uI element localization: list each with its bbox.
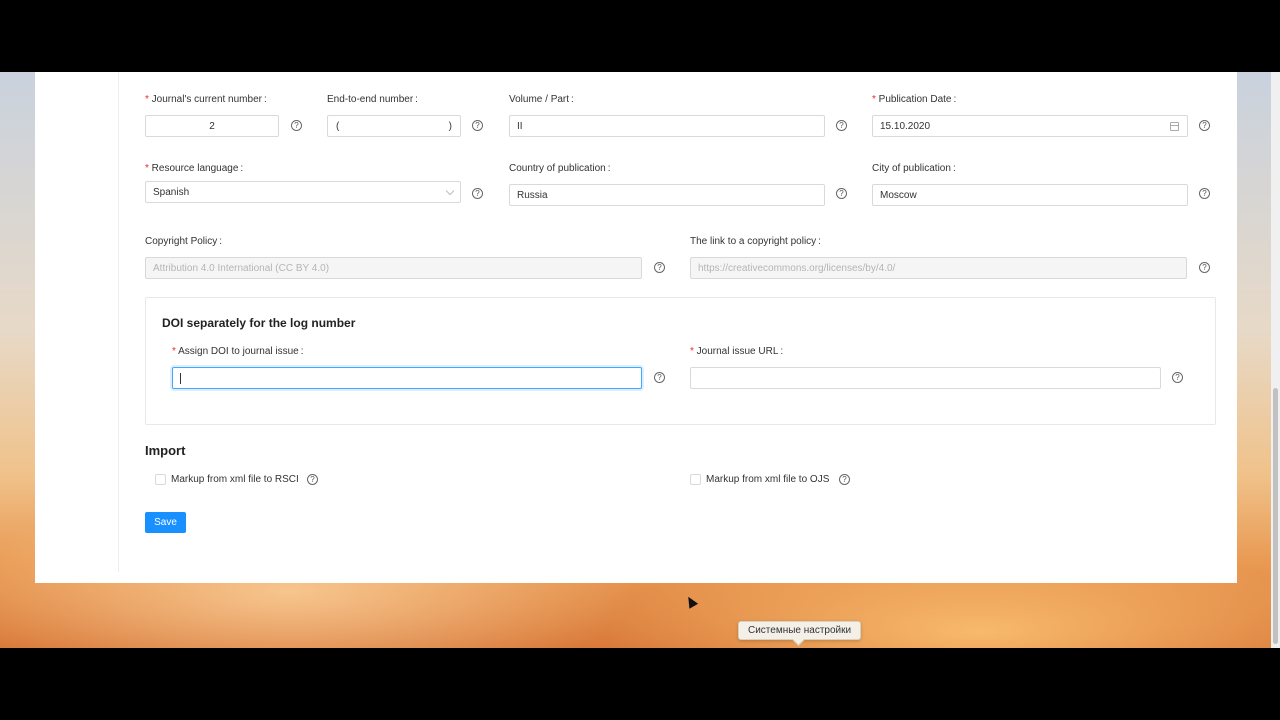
current-number-input[interactable]: 2 <box>145 115 279 137</box>
help-icon[interactable]: ? <box>291 120 302 131</box>
issue-url-label: Journal issue URL: <box>690 346 784 357</box>
country-label: Country of publication: <box>509 163 611 174</box>
ojs-checkbox[interactable] <box>690 474 701 485</box>
screen: Journal's current number: 2 ? End-to-end… <box>0 0 1280 720</box>
help-icon[interactable]: ? <box>836 120 847 131</box>
issue-url-input[interactable] <box>690 367 1161 389</box>
rsci-checkbox-label[interactable]: Markup from xml file to RSCI <box>171 474 299 485</box>
text-caret <box>180 372 181 384</box>
save-button[interactable]: Save <box>145 512 186 533</box>
scrollbar-thumb[interactable] <box>1273 388 1278 644</box>
calendar-icon[interactable] <box>1170 122 1179 131</box>
doi-section-title: DOI separately for the log number <box>162 316 356 330</box>
chevron-down-icon <box>445 186 455 196</box>
assign-doi-input[interactable] <box>172 367 642 389</box>
help-icon[interactable]: ? <box>839 474 850 485</box>
rsci-checkbox[interactable] <box>155 474 166 485</box>
form-page: Journal's current number: 2 ? End-to-end… <box>35 72 1237 583</box>
copyright-link-input: https://creativecommons.org/licenses/by/… <box>690 257 1187 279</box>
publication-date-picker[interactable]: 15.10.2020 <box>872 115 1188 137</box>
end-to-end-number-input[interactable]: ( ) <box>327 115 461 137</box>
dock-tooltip: Системные настройки <box>738 621 862 640</box>
copyright-policy-input: Attribution 4.0 International (CC BY 4.0… <box>145 257 642 279</box>
current-number-label: Journal's current number: <box>145 94 267 105</box>
help-icon[interactable]: ? <box>1199 262 1210 273</box>
help-icon[interactable]: ? <box>654 262 665 273</box>
publication-date-label: Publication Date: <box>872 94 957 105</box>
end-to-end-number-label: End-to-end number: <box>327 94 418 105</box>
help-icon[interactable]: ? <box>1199 120 1210 131</box>
copyright-policy-label: Copyright Policy: <box>145 236 223 247</box>
desktop-background: Journal's current number: 2 ? End-to-end… <box>0 72 1280 648</box>
resource-language-select[interactable]: Spanish <box>145 181 461 203</box>
import-title: Import <box>145 443 186 458</box>
country-input[interactable]: Russia <box>509 184 825 206</box>
assign-doi-label: Assign DOI to journal issue: <box>172 346 303 357</box>
help-icon[interactable]: ? <box>472 120 483 131</box>
resource-language-label: Resource language: <box>145 163 244 174</box>
help-icon[interactable]: ? <box>472 188 483 199</box>
help-icon[interactable]: ? <box>654 372 665 383</box>
volume-part-input[interactable]: II <box>509 115 825 137</box>
volume-part-label: Volume / Part: <box>509 94 574 105</box>
city-label: City of publication: <box>872 163 956 174</box>
help-icon[interactable]: ? <box>1172 372 1183 383</box>
help-icon[interactable]: ? <box>1199 188 1210 199</box>
help-icon[interactable]: ? <box>307 474 318 485</box>
scrollbar[interactable] <box>1271 72 1280 648</box>
city-input[interactable]: Moscow <box>872 184 1188 206</box>
ojs-checkbox-label[interactable]: Markup from xml file to OJS <box>706 474 829 485</box>
divider <box>118 72 119 572</box>
help-icon[interactable]: ? <box>836 188 847 199</box>
copyright-link-label: The link to a copyright policy: <box>690 236 821 247</box>
